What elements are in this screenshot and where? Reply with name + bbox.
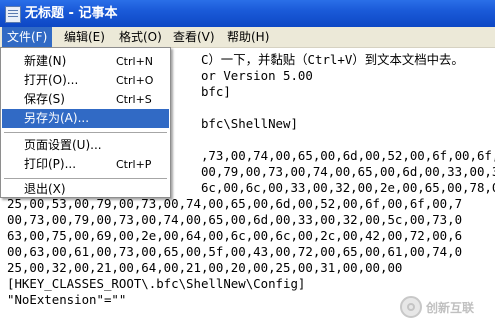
editor-line: 63,00,75,00,69,00,2e,00,64,00,6c,00,6c,0…	[7, 228, 463, 243]
menu-separator	[4, 178, 167, 179]
menu-item-label: 保存(S)	[24, 92, 65, 106]
menu-item-label: 退出(X)	[24, 182, 66, 196]
notepad-icon	[5, 6, 21, 23]
menu-item-label: 另存为(A)...	[24, 111, 90, 125]
watermark: 创新互联	[400, 296, 490, 320]
editor-line: 00,63,00,61,00,73,00,65,00,5f,00,43,00,7…	[7, 244, 463, 259]
menu-item-label: 打印(P)...	[24, 157, 77, 171]
file-menu-dropdown: 新建(N) Ctrl+N 打开(O)... Ctrl+O 保存(S) Ctrl+…	[0, 47, 171, 198]
menu-item-open[interactable]: 打开(O)... Ctrl+O	[2, 71, 169, 90]
menu-file[interactable]: 文件(F)	[2, 27, 53, 47]
menu-item-label: 打开(O)...	[24, 73, 79, 87]
editor-line: "NoExtension"=""	[7, 292, 127, 307]
editor-line: [HKEY_CLASSES_ROOT\.bfc\ShellNew\Config]	[7, 276, 306, 291]
menu-item-save-as[interactable]: 另存为(A)...	[2, 109, 169, 128]
menu-view[interactable]: 查看(V)	[168, 27, 220, 47]
menu-item-page-setup[interactable]: 页面设置(U)...	[2, 136, 169, 155]
menu-help[interactable]: 帮助(H)	[222, 27, 274, 47]
menu-format[interactable]: 格式(O)	[114, 27, 167, 47]
menu-item-shortcut: Ctrl+P	[116, 158, 152, 171]
menu-item-shortcut: Ctrl+N	[116, 55, 154, 68]
menu-item-shortcut: Ctrl+S	[116, 93, 152, 106]
window-title: 无标题 - 记事本	[25, 6, 118, 21]
editor-line: 00,73,00,79,00,73,00,74,00,65,00,6d,00,3…	[7, 212, 463, 227]
menu-separator	[4, 132, 167, 133]
menu-item-label: 页面设置(U)...	[24, 138, 102, 152]
menu-item-save[interactable]: 保存(S) Ctrl+S	[2, 90, 169, 109]
title-bar[interactable]: 无标题 - 记事本	[0, 0, 495, 27]
menu-item-exit[interactable]: 退出(X)	[2, 180, 169, 199]
editor-line: 25,00,32,00,21,00,64,00,21,00,20,00,25,0…	[7, 260, 403, 275]
menu-item-shortcut: Ctrl+O	[116, 74, 154, 87]
watermark-logo-icon	[400, 296, 422, 318]
menu-item-label: 新建(N)	[24, 54, 67, 68]
menu-edit[interactable]: 编辑(E)	[59, 27, 110, 47]
menu-item-print[interactable]: 打印(P)... Ctrl+P	[2, 155, 169, 174]
watermark-text: 创新互联	[426, 301, 475, 315]
menu-item-new[interactable]: 新建(N) Ctrl+N	[2, 52, 169, 71]
menu-bar: 文件(F) 编辑(E) 格式(O) 查看(V) 帮助(H)	[0, 27, 495, 48]
